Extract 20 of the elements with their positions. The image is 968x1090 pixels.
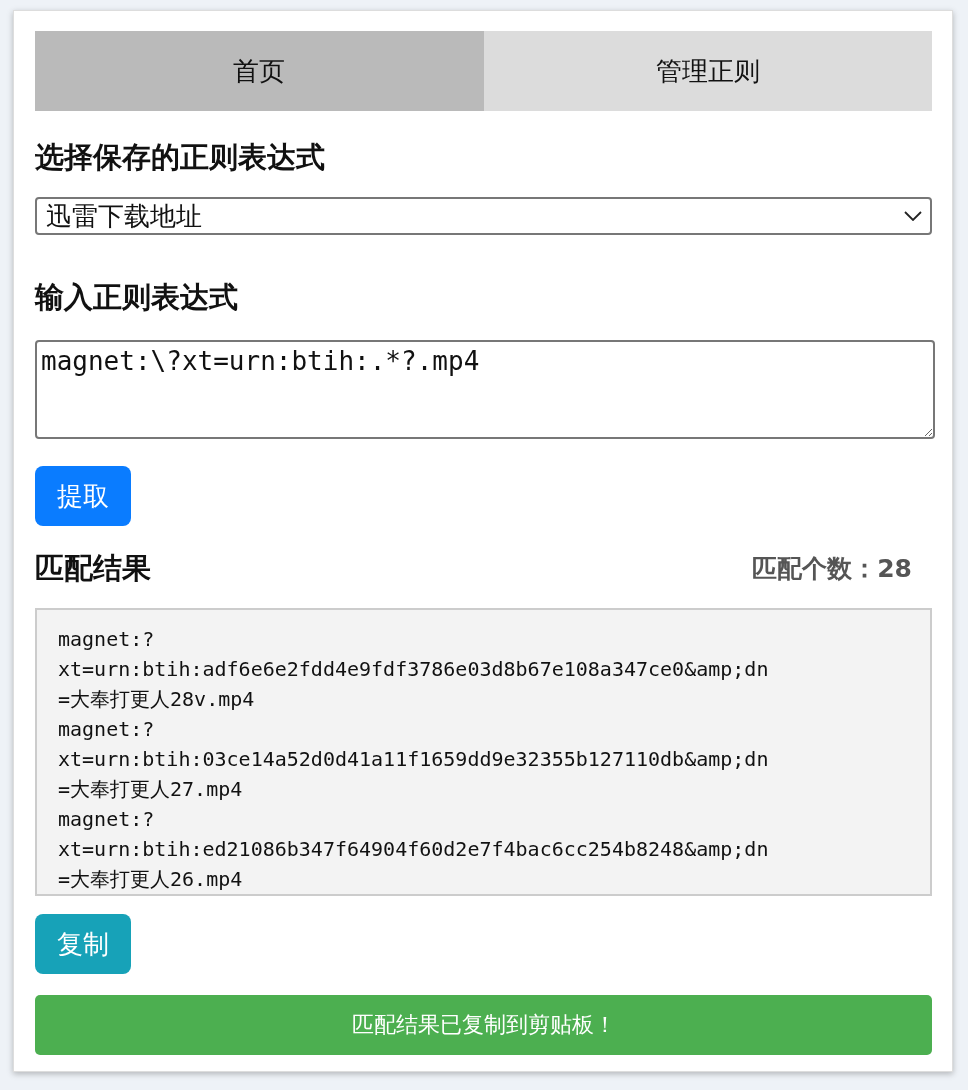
extract-button[interactable]: 提取 — [35, 466, 131, 526]
section-heading: 匹配结果 — [35, 550, 151, 587]
result-line: =大奉打更人27.mp4 — [58, 776, 244, 803]
tab[interactable]: 管理正则 — [483, 31, 932, 111]
result-line: xt=urn:btih:ed21086b347f64904f60d2e7f4bac6cc254b8248&amp;dn — [58, 836, 770, 863]
regex-select[interactable]: 迅雷下载地址 — [35, 197, 932, 235]
result-line: magnet:? — [58, 626, 156, 653]
section-heading: 输入正则表达式 — [35, 279, 239, 316]
result-line: =大奉打更人28v.mp4 — [58, 686, 256, 713]
section-heading: 选择保存的正则表达式 — [35, 139, 326, 176]
chevron-down-icon — [904, 211, 922, 221]
result-line: magnet:? — [58, 716, 156, 743]
success-notification: 匹配结果已复制到剪贴板！ — [35, 995, 932, 1055]
result-line: xt=urn:btih:03ce14a52d0d41a11f1659dd9e32355b127110db&amp;dn — [58, 746, 770, 773]
result-line: xt=urn:btih:adf6e6e2fdd4e9fdf3786e03d8b67e108a347ce0&amp;dn — [58, 656, 770, 683]
match-count: 匹配个数：28 — [752, 552, 912, 585]
tab[interactable]: 首页 — [35, 31, 484, 111]
result-line: magnet:? — [58, 806, 156, 833]
result-line: =大奉打更人26.mp4 — [58, 866, 244, 893]
regex-input[interactable]: magnet:\?xt=urn:btih:.*?.mp4 — [35, 340, 935, 439]
